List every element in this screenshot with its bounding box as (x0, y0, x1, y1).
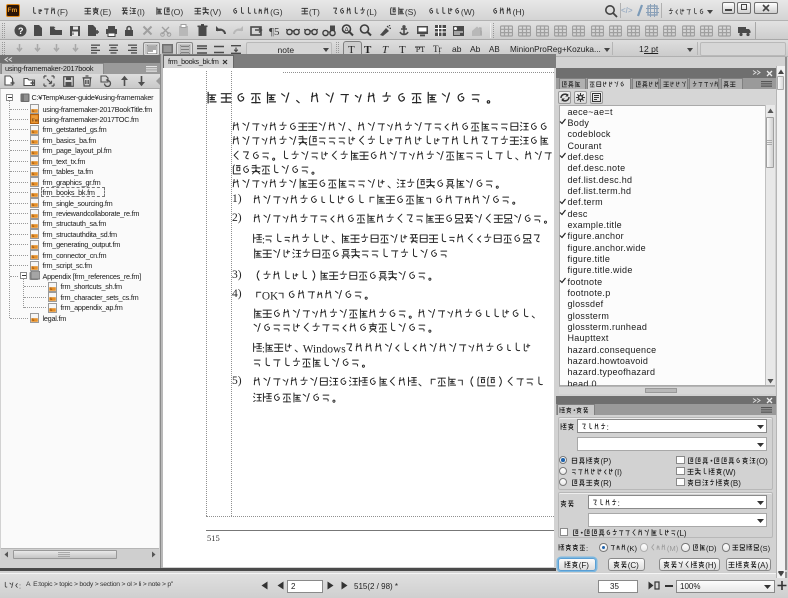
svg-text:(H): (H) (705, 561, 716, 570)
svg-text:(F): (F) (56, 7, 67, 17)
svg-text::: : (618, 499, 620, 508)
svg-text::: : (607, 423, 609, 432)
svg-text:ƤT: ƤT (415, 45, 425, 54)
svg-text::: : (262, 235, 265, 247)
svg-text:Fm: Fm (32, 118, 39, 123)
svg-text:(I): (I) (137, 7, 145, 17)
svg-text:Ab: Ab (470, 44, 481, 54)
svg-text:(M): (M) (667, 544, 679, 553)
svg-text:(L): (L) (676, 529, 686, 538)
svg-text:(I): (I) (614, 468, 622, 477)
svg-text:(S): (S) (405, 7, 417, 17)
svg-text::: : (262, 343, 265, 355)
svg-text:(P): (P) (600, 457, 611, 466)
svg-text:(V): (V) (210, 7, 222, 17)
svg-text:AB: AB (489, 45, 500, 54)
svg-text:(L): (L) (366, 7, 377, 17)
svg-text:A: A (344, 27, 349, 34)
svg-text:(A): (A) (758, 561, 769, 570)
svg-text:(O): (O) (171, 7, 184, 17)
svg-text:(R): (R) (600, 479, 611, 488)
svg-text:(W): (W) (461, 7, 475, 17)
svg-text:(O): (O) (756, 457, 768, 466)
svg-text:(C): (C) (628, 561, 639, 570)
svg-text::: : (585, 544, 587, 553)
svg-text:(D): (D) (705, 544, 716, 553)
svg-text:(G): (G) (270, 7, 283, 17)
svg-text:(S): (S) (760, 544, 771, 553)
svg-text:(B): (B) (730, 479, 741, 488)
svg-text:(W): (W) (723, 468, 736, 477)
svg-text:Tṛ: Tṛ (433, 44, 442, 54)
svg-text:?: ? (18, 26, 24, 36)
svg-text:(T): (T) (309, 7, 320, 17)
svg-text:¶5: ¶5 (269, 26, 280, 37)
svg-text:(E): (E) (100, 7, 112, 17)
svg-text:(H): (H) (512, 7, 524, 17)
svg-text::: : (19, 581, 21, 590)
svg-text:ab: ab (452, 44, 462, 54)
svg-text:(K): (K) (627, 544, 638, 553)
svg-text:Windows: Windows (303, 343, 346, 355)
svg-text:OK: OK (262, 291, 279, 303)
svg-text:(F): (F) (579, 561, 590, 570)
